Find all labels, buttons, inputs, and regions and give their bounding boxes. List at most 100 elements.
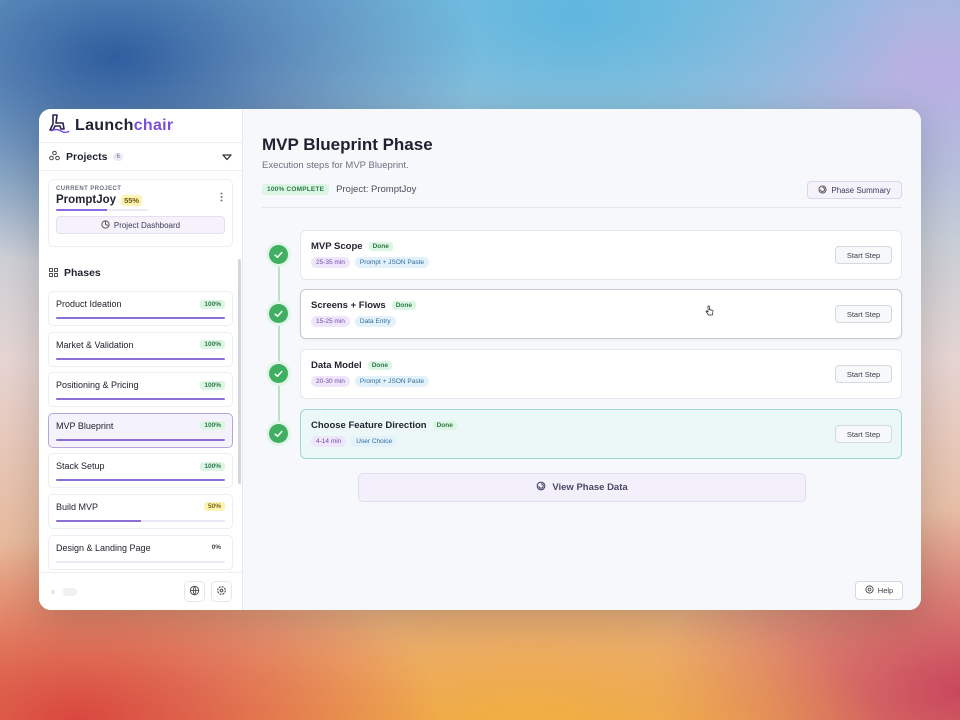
step-name: Screens + Flows bbox=[311, 300, 386, 311]
step-type-tag: Prompt + JSON Paste bbox=[354, 257, 430, 268]
phase-progress-badge: 100% bbox=[200, 461, 225, 471]
step-type-tag: User Choice bbox=[351, 436, 398, 447]
phase-item[interactable]: Stack Setup 100% bbox=[48, 453, 233, 489]
phase-progress-bar bbox=[56, 438, 225, 441]
brand-name-prefix: Launch bbox=[75, 116, 134, 134]
brand-name-suffix: chair bbox=[133, 116, 174, 134]
step-status-badge: Done bbox=[391, 301, 416, 310]
phase-progress-fill bbox=[56, 357, 225, 360]
step-card[interactable]: Data Model Done 20-30 min Prompt + JSON Pas… bbox=[300, 349, 902, 399]
step-duration-tag: 15-25 min bbox=[311, 316, 350, 327]
theme-toggle[interactable] bbox=[63, 587, 77, 596]
phase-progress-bar bbox=[56, 317, 225, 319]
phase-name: Stack Setup bbox=[56, 461, 105, 472]
phase-progress-badge: 100% bbox=[200, 340, 225, 350]
gear-icon bbox=[216, 583, 227, 601]
summary-icon bbox=[818, 185, 827, 196]
sun-icon bbox=[49, 583, 57, 601]
step-card[interactable]: Choose Feature Direction Done 4-14 min User… bbox=[300, 409, 902, 459]
phase-item[interactable]: Design & Landing Page 0% bbox=[48, 534, 233, 570]
current-project-progress-badge: 55% bbox=[121, 194, 143, 206]
phase-item[interactable]: Build MVP 50% bbox=[48, 493, 233, 529]
header-divider bbox=[262, 207, 902, 208]
sidebar: Launchchair Projects 6 CURRENT PROJECT P… bbox=[39, 109, 243, 610]
phase-progress-fill bbox=[56, 519, 141, 522]
page-title: MVP Blueprint Phase bbox=[262, 135, 433, 154]
view-phase-data-button[interactable]: View Phase Data bbox=[358, 473, 806, 502]
current-project-card: CURRENT PROJECT PromptJoy 55% Project Da… bbox=[48, 179, 233, 247]
project-dashboard-label: Project Dashboard bbox=[113, 220, 181, 230]
sidebar-footer bbox=[39, 572, 242, 610]
phase-name: Market & Validation bbox=[56, 339, 134, 350]
current-project-label: CURRENT PROJECT bbox=[56, 186, 122, 192]
project-dashboard-button[interactable]: Project Dashboard bbox=[56, 216, 225, 234]
phase-progress-bar bbox=[56, 479, 225, 482]
phase-name: Build MVP bbox=[56, 501, 99, 512]
step-complete-check-icon bbox=[269, 245, 288, 264]
step-duration-tag: 25-35 min bbox=[311, 257, 350, 268]
step-complete-check-icon bbox=[269, 424, 288, 443]
phase-name: Design & Landing Page bbox=[56, 542, 151, 553]
start-step-button[interactable]: Start Step bbox=[835, 425, 892, 443]
brand-name: Launchchair bbox=[75, 117, 173, 135]
phase-progress-badge: 0% bbox=[211, 544, 221, 552]
phase-item[interactable]: Market & Validation 100% bbox=[48, 331, 233, 367]
main-content: MVP Blueprint Phase Execution steps for … bbox=[243, 109, 921, 610]
help-icon bbox=[865, 585, 874, 596]
brand[interactable]: Launchchair bbox=[39, 109, 242, 143]
start-step-button[interactable]: Start Step bbox=[835, 365, 892, 383]
phase-name: Positioning & Pricing bbox=[56, 380, 139, 391]
step-status-badge: Done bbox=[367, 361, 392, 370]
data-icon bbox=[536, 481, 546, 494]
step-name: Data Model bbox=[311, 360, 362, 371]
help-button[interactable]: Help bbox=[855, 581, 903, 600]
phase-progress-badge: 100% bbox=[200, 380, 225, 390]
step-name: Choose Feature Direction bbox=[311, 420, 427, 431]
projects-label: Projects bbox=[66, 150, 108, 163]
step-status-badge: Done bbox=[368, 242, 393, 251]
settings-button[interactable] bbox=[211, 581, 232, 602]
phase-meta: 100% COMPLETE Project: PromptJoy bbox=[262, 184, 416, 195]
step-duration-tag: 20-30 min bbox=[311, 376, 350, 387]
phase-progress-fill bbox=[56, 317, 225, 319]
projects-toggle[interactable]: Projects 6 bbox=[39, 143, 242, 171]
start-step-button[interactable]: Start Step bbox=[835, 246, 892, 264]
phase-item[interactable]: Product Ideation 100% bbox=[48, 291, 233, 326]
phase-name: Product Ideation bbox=[56, 299, 122, 309]
current-project-name: PromptJoy bbox=[56, 194, 117, 206]
chair-logo-icon bbox=[48, 113, 70, 138]
phase-progress-fill bbox=[56, 398, 225, 401]
projects-icon bbox=[49, 148, 60, 166]
phase-progress-fill bbox=[56, 479, 225, 482]
step-type-tag: Prompt + JSON Paste bbox=[354, 376, 430, 387]
help-label: Help bbox=[877, 586, 894, 595]
phase-progress-bar bbox=[56, 560, 225, 563]
page-subtitle: Execution steps for MVP Blueprint. bbox=[262, 160, 409, 171]
phase-progress-badge: 50% bbox=[203, 502, 225, 512]
sidebar-scrollbar[interactable] bbox=[238, 259, 241, 484]
chevron-down-icon[interactable] bbox=[222, 148, 232, 166]
step-complete-check-icon bbox=[269, 364, 288, 383]
current-project-progress-bar bbox=[56, 209, 148, 211]
grid-icon bbox=[49, 264, 58, 282]
step-duration-tag: 4-14 min bbox=[311, 436, 347, 447]
language-button[interactable] bbox=[184, 581, 205, 602]
dashboard-icon bbox=[101, 219, 110, 231]
mouse-cursor-icon bbox=[705, 303, 714, 321]
phase-summary-button[interactable]: Phase Summary bbox=[807, 181, 902, 199]
phase-progress-bar bbox=[56, 519, 225, 522]
step-card[interactable]: Screens + Flows Done 15-25 min Data Entry St… bbox=[300, 289, 902, 339]
app-window: Launchchair Projects 6 CURRENT PROJECT P… bbox=[39, 109, 921, 610]
more-options-icon[interactable] bbox=[220, 189, 223, 207]
completion-badge: 100% COMPLETE bbox=[262, 184, 330, 195]
phase-item[interactable]: Positioning & Pricing 100% bbox=[48, 372, 233, 408]
projects-count-badge: 6 bbox=[113, 152, 123, 161]
phase-item[interactable]: MVP Blueprint 100% bbox=[48, 412, 233, 448]
start-step-button[interactable]: Start Step bbox=[835, 305, 892, 323]
step-complete-check-icon bbox=[269, 304, 288, 323]
step-card[interactable]: MVP Scope Done 25-35 min Prompt + JSON Past… bbox=[300, 230, 902, 280]
globe-icon bbox=[189, 583, 200, 601]
view-phase-data-label: View Phase Data bbox=[552, 482, 628, 493]
timeline-line bbox=[278, 254, 280, 434]
step-status-badge: Done bbox=[432, 421, 457, 430]
